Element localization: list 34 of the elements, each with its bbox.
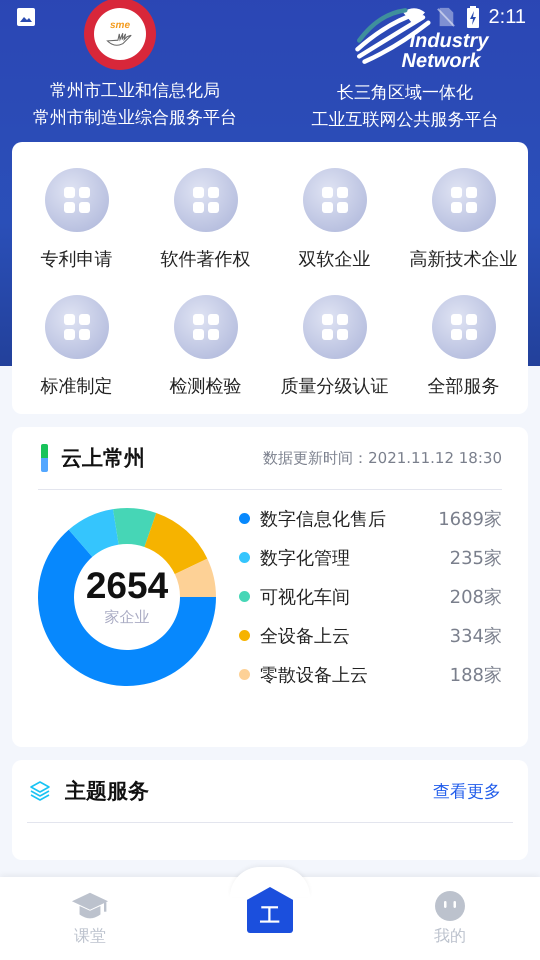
view-more-link[interactable]: 查看更多: [433, 780, 501, 802]
layers-icon: [29, 780, 51, 802]
service-item[interactable]: 专利申请: [12, 168, 141, 271]
clock-time: 2:11: [488, 6, 526, 28]
legend-label: 零散设备上云: [260, 664, 368, 686]
no-sim-icon: [434, 7, 457, 27]
service-item[interactable]: 双软企业: [270, 168, 399, 271]
sme-logo: sme: [84, 0, 156, 70]
legend-label: 可视化车间: [260, 586, 350, 608]
legend-count: 188家: [450, 664, 502, 686]
service-item[interactable]: 质量分级认证: [270, 295, 399, 398]
legend-count: 334家: [450, 624, 502, 648]
battery-charging-icon: [466, 6, 479, 28]
section-title: 主题服务: [65, 778, 149, 805]
service-item[interactable]: 软件著作权: [141, 168, 270, 271]
image-icon: [16, 7, 36, 27]
service-item[interactable]: 高新技术企业: [399, 168, 528, 271]
service-item[interactable]: 检测检验: [141, 295, 270, 398]
platform-title: 常州市工业和信息化局 常州市制造业综合服务平台: [33, 80, 237, 130]
legend-label: 数字化管理: [260, 546, 350, 570]
service-item[interactable]: 标准制定: [12, 295, 141, 398]
service-item[interactable]: 全部服务: [399, 295, 528, 398]
legend-count: 235家: [450, 546, 502, 570]
industry-network-logo: Industry Network: [352, 0, 488, 72]
legend-label: 全设备上云: [260, 624, 350, 648]
update-time: 数据更新时间：2021.11.12 18:30: [263, 448, 502, 468]
section-title: 云上常州: [61, 445, 145, 472]
total-unit: 家企业: [104, 608, 150, 626]
total-count: 2654: [86, 566, 168, 604]
legend-label: 数字信息化售后: [260, 508, 386, 530]
legend-count: 208家: [450, 586, 502, 608]
section-marker: [41, 444, 48, 472]
platform-title: 长三角区域一体化 工业互联网公共服务平台: [312, 82, 498, 132]
legend-count: 1689家: [438, 508, 502, 530]
